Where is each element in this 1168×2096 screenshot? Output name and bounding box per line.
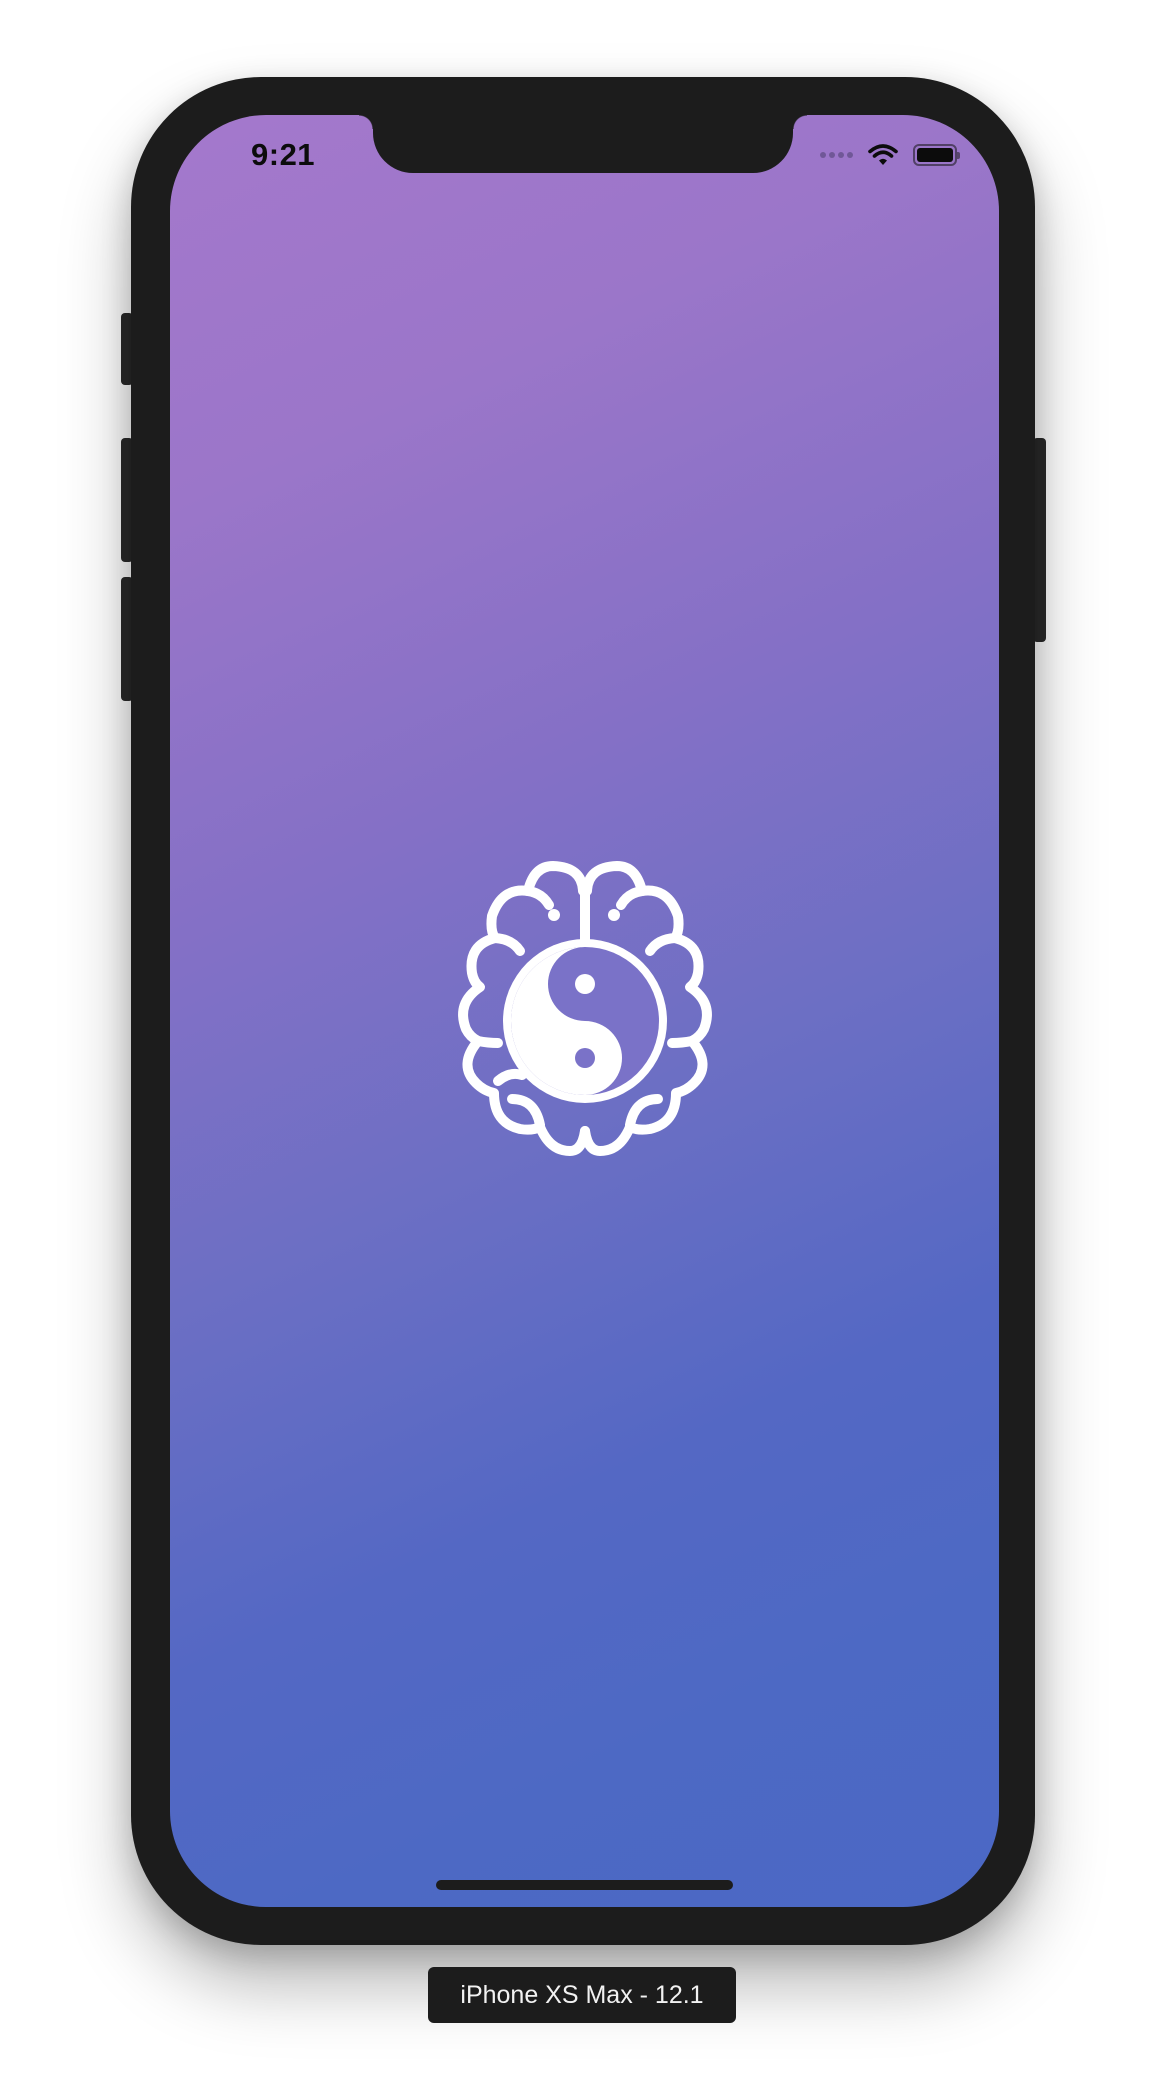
cellular-signal-icon xyxy=(820,152,853,158)
battery-level-fill xyxy=(917,148,953,162)
battery-icon xyxy=(913,144,960,166)
brain-yin-yang-icon xyxy=(458,861,712,1156)
device-label: iPhone XS Max - 12.1 xyxy=(428,1967,736,2023)
status-time: 9:21 xyxy=(251,137,316,172)
status-icons xyxy=(820,143,960,167)
home-indicator[interactable] xyxy=(436,1880,733,1890)
simulator-stage: 9:21 iPhone XS Max - 12.1 xyxy=(0,0,1168,2096)
notch xyxy=(359,115,807,173)
app-screen[interactable]: 9:21 xyxy=(170,115,999,1907)
wifi-icon xyxy=(868,144,898,165)
